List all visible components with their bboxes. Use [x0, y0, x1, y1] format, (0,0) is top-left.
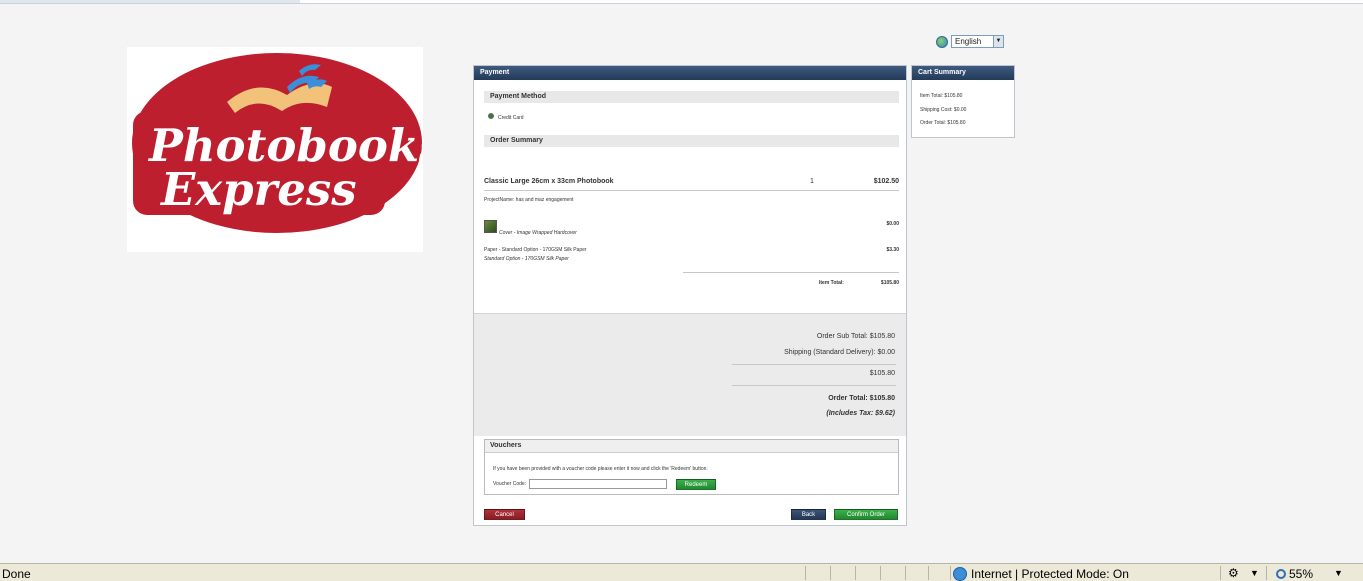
shipping-total: Shipping (Standard Delivery): $0.00	[784, 349, 895, 356]
order-totals: Order Sub Total: $105.80 Shipping (Stand…	[474, 313, 906, 436]
order-total: Order Total: $105.80	[828, 395, 895, 402]
cancel-button[interactable]: Cancel	[484, 509, 525, 520]
vouchers-heading: Vouchers	[485, 440, 898, 453]
internet-zone-icon	[953, 567, 967, 581]
cart-order-total: Order Total: $105.80	[920, 120, 966, 126]
security-zone[interactable]: Internet | Protected Mode: On	[953, 567, 1129, 581]
protected-mode-icon[interactable]: ⚙	[1228, 566, 1239, 580]
zoom-control[interactable]: 55%	[1276, 567, 1313, 581]
language-select[interactable]: English ▼	[951, 35, 1004, 48]
paper-label: Paper - Standard Option - 170GSM Silk Pa…	[484, 247, 587, 253]
zoom-icon	[1276, 569, 1286, 579]
paper-price: $3.30	[886, 247, 899, 253]
chevron-down-icon[interactable]: ▼	[993, 36, 1003, 47]
chevron-down-icon[interactable]: ▼	[1250, 568, 1259, 578]
status-text: Done	[2, 567, 31, 581]
totals-divider-2	[732, 385, 896, 386]
language-value: English	[955, 37, 982, 46]
item-total-divider	[683, 272, 899, 273]
item-price: $102.50	[873, 178, 899, 185]
status-separator	[1220, 566, 1221, 580]
status-separator	[1266, 566, 1267, 580]
status-separator	[805, 566, 806, 580]
status-separator	[830, 566, 831, 580]
zone-text: Internet | Protected Mode: On	[971, 567, 1129, 581]
order-summary-heading: Order Summary	[484, 135, 899, 147]
browser-top-segment	[0, 0, 300, 3]
cover-price: $0.00	[886, 221, 899, 227]
voucher-code-label: Voucher Code:	[493, 481, 527, 487]
item-divider	[484, 190, 899, 191]
voucher-instructions: If you have been provided with a voucher…	[493, 466, 708, 472]
order-sub-total: Order Sub Total: $105.80	[816, 333, 895, 340]
item-total-label: Item Total:	[819, 280, 844, 286]
status-separator	[905, 566, 906, 580]
paper-sub-label: Standard Option - 170GSM Silk Paper	[484, 256, 569, 262]
status-separator	[928, 566, 929, 580]
redeem-button[interactable]: Redeem	[676, 479, 716, 490]
vouchers-box: Vouchers If you have been provided with …	[484, 439, 899, 495]
logo-line2: Express	[159, 163, 357, 216]
confirm-order-button[interactable]: Confirm Order	[834, 509, 898, 520]
globe-icon	[936, 36, 948, 48]
payment-panel: Payment Payment Method Credit Card Order…	[473, 65, 907, 526]
voucher-code-input[interactable]	[529, 479, 667, 489]
credit-card-label: Credit Card	[498, 115, 524, 121]
back-button[interactable]: Back	[791, 509, 826, 520]
chevron-down-icon[interactable]: ▼	[1334, 568, 1343, 578]
status-separator	[950, 566, 951, 580]
cover-thumbnail[interactable]	[484, 220, 497, 233]
cart-summary-panel: Cart Summary Item Total: $105.80 Shippin…	[911, 65, 1015, 138]
credit-card-radio[interactable]	[488, 113, 494, 119]
cart-shipping-cost: Shipping Cost: $0.00	[920, 107, 967, 113]
browser-top-strip	[0, 0, 1363, 4]
status-separator	[855, 566, 856, 580]
photobooks-express-logo[interactable]: Photobooks Express	[127, 47, 423, 252]
payment-panel-title: Payment	[474, 66, 906, 80]
item-quantity: 1	[810, 178, 814, 185]
item-name: Classic Large 26cm x 33cm Photobook	[484, 178, 614, 185]
item-total-value: $105.80	[880, 280, 899, 286]
project-name: ProjectName: has and maz engagement	[484, 197, 574, 203]
totals-divider-1	[732, 364, 896, 365]
tax-note: (Includes Tax: $9.62)	[826, 410, 895, 417]
logo-graphic: Photobooks Express	[132, 53, 423, 233]
status-separator	[880, 566, 881, 580]
payment-method-heading: Payment Method	[484, 91, 899, 103]
cover-label: Cover - Image Wrapped Hardcover	[499, 230, 577, 236]
browser-status-bar: Done Internet | Protected Mode: On ⚙ ▼ 5…	[0, 563, 1363, 581]
pre-total: $105.80	[869, 370, 895, 377]
cart-summary-title: Cart Summary	[912, 66, 1014, 80]
zoom-level: 55%	[1289, 567, 1314, 581]
cart-item-total: Item Total: $105.80	[920, 93, 963, 99]
